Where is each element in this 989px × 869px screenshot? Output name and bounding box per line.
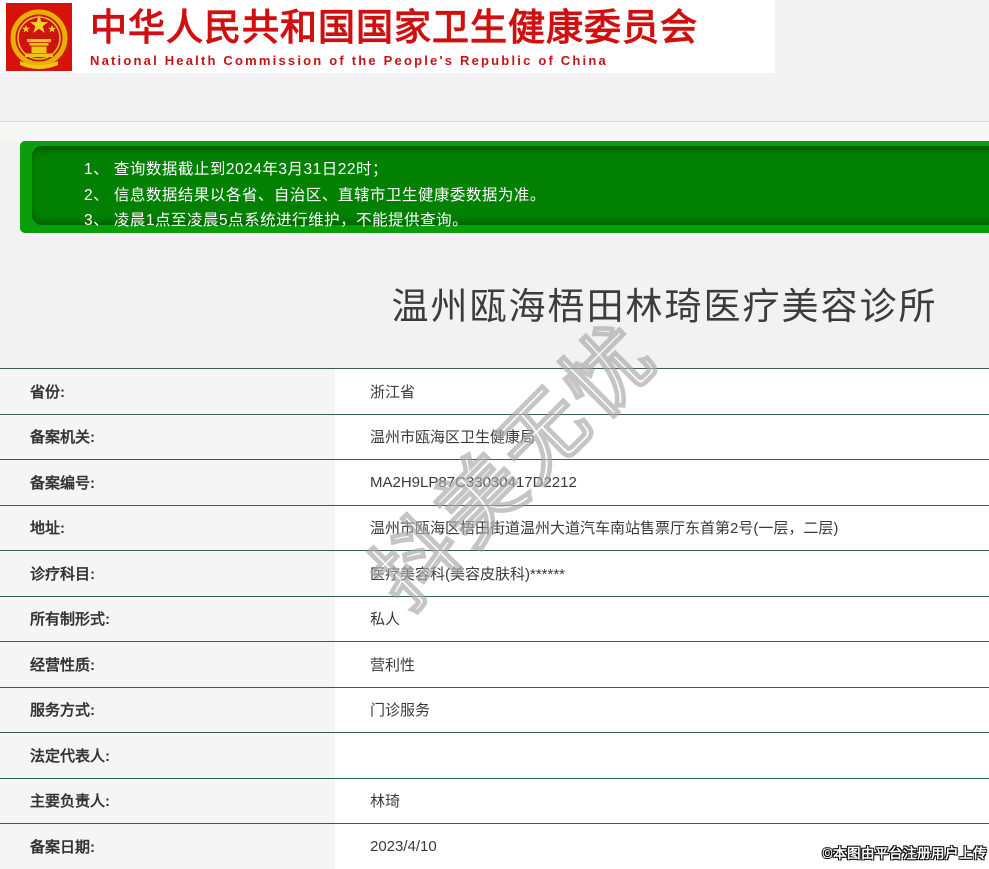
field-label: 备案日期: — [0, 824, 335, 869]
field-value: 温州市瓯海区梧田街道温州大道汽车南站售票厅东首第2号(一层，二层) — [335, 505, 989, 550]
table-row: 主要负责人: 林琦 — [0, 777, 989, 823]
notice-box: 1、 查询数据截止到2024年3月31日22时； 2、 信息数据结果以各省、自治… — [20, 141, 989, 233]
org-title-cn: 中华人民共和国国家卫生健康委员会 — [90, 7, 698, 48]
field-label: 所有制形式: — [0, 596, 335, 641]
site-header: 中华人民共和国国家卫生健康委员会 National Health Commiss… — [0, 0, 775, 73]
field-label: 服务方式: — [0, 687, 335, 732]
field-label: 法定代表人: — [0, 733, 335, 778]
header-substrip — [0, 122, 989, 141]
record-table: 省份: 浙江省 备案机关: 温州市瓯海区卫生健康局 备案编号: MA2H9LP87C330… — [0, 368, 989, 869]
field-value: 林琦 — [335, 778, 989, 823]
table-row: 经营性质: 营利性 — [0, 641, 989, 687]
field-label: 备案机关: — [0, 414, 335, 459]
page-title: 温州瓯海梧田林琦医疗美容诊所 — [391, 286, 938, 327]
field-label: 经营性质: — [0, 642, 335, 687]
table-row: 诊疗科目: 医疗美容科(美容皮肤科)****** — [0, 550, 989, 596]
field-label: 地址: — [0, 505, 335, 550]
table-row: 备案机关: 温州市瓯海区卫生健康局 — [0, 413, 989, 459]
field-value: 门诊服务 — [335, 687, 989, 732]
table-row: 服务方式: 门诊服务 — [0, 686, 989, 732]
notice-line-1: 1、 查询数据截止到2024年3月31日22时； — [84, 161, 389, 178]
table-row: 所有制形式: 私人 — [0, 595, 989, 641]
china-national-emblem-icon — [6, 3, 72, 71]
notice-line-3: 3、 凌晨1点至凌晨5点系统进行维护，不能提供查询。 — [84, 212, 469, 229]
field-value: 医疗美容科(美容皮肤科)****** — [335, 551, 989, 596]
field-value: MA2H9LP87C33030417D2212 — [335, 460, 989, 505]
field-value — [335, 733, 989, 778]
field-value: 营利性 — [335, 642, 989, 687]
notice-panel: 1、 查询数据截止到2024年3月31日22时； 2、 信息数据结果以各省、自治… — [32, 146, 989, 229]
table-row: 地址: 温州市瓯海区梧田街道温州大道汽车南站售票厅东首第2号(一层，二层) — [0, 504, 989, 550]
field-label: 省份: — [0, 369, 335, 414]
field-value: 私人 — [335, 596, 989, 641]
field-label: 备案编号: — [0, 460, 335, 505]
notice-line-2: 2、 信息数据结果以各省、自治区、直辖市卫生健康委数据为准。 — [84, 186, 546, 204]
credit-watermark: ©本图由平台注册用户上传 — [822, 846, 987, 861]
org-title-en: National Health Commission of the People… — [90, 53, 608, 68]
field-label: 主要负责人: — [0, 778, 335, 823]
field-value: 温州市瓯海区卫生健康局 — [335, 414, 989, 459]
table-row: 法定代表人: — [0, 732, 989, 778]
table-row: 省份: 浙江省 — [0, 368, 989, 414]
table-row: 备案编号: MA2H9LP87C33030417D2212 — [0, 459, 989, 505]
field-label: 诊疗科目: — [0, 551, 335, 596]
field-value: 浙江省 — [335, 369, 989, 414]
